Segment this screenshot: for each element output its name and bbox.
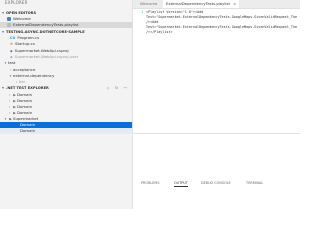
folder-label: acceptance — [13, 67, 36, 72]
test-node-label: Domain — [17, 110, 33, 115]
tab-welcome[interactable]: Welcome — [137, 0, 161, 8]
tab-playlist[interactable]: ExternalDependencyTests.playlist × — [163, 0, 240, 8]
folder-label: external-dependency — [13, 73, 55, 78]
workspace-label: TESTING.ASYNC.DOTNETCORE-SAMPLE — [6, 30, 85, 34]
project-icon: ◆ — [10, 49, 13, 53]
test-explorer-actions[interactable]: ▷ ↻ ⋯ — [107, 85, 129, 91]
file-label: Supermarket.WebApi.csproj.user — [14, 54, 79, 59]
test-node-label: Domain — [17, 98, 33, 103]
test-node-domain[interactable]: Domain — [0, 128, 132, 134]
welcome-icon — [7, 17, 11, 21]
test-explorer-section-header[interactable]: ▾ .NET TEST EXPLORER ▷ ↻ ⋯ — [0, 85, 132, 91]
open-editor-playlist[interactable]: ExternalDependencyTests.playlist — [0, 22, 132, 28]
panel-tab-debug-console[interactable]: DEBUG CONSOLE — [201, 180, 231, 186]
tab-label: ExternalDependencyTests.playlist — [166, 1, 230, 6]
tab-label: Welcome — [140, 1, 158, 6]
code-editor[interactable]: 1 <Playlist Version="1.0"><Add Test="Supe… — [133, 9, 300, 133]
panel-tab-terminal[interactable]: TERMINAL — [246, 180, 263, 186]
test-node-label: Domain — [20, 128, 36, 133]
gear-icon: ⚙ — [10, 42, 14, 46]
open-editor-label: Welcome — [13, 16, 31, 21]
panel-tab-label: OUTPUT — [174, 181, 188, 185]
panel-tab-label: DEBUG CONSOLE — [201, 181, 231, 185]
file-label: Supermarket.WebApi.csproj — [14, 48, 69, 53]
code-text: Test="Supermarket.ExternalDependencyTest… — [146, 15, 298, 19]
bottom-panel — [133, 133, 300, 210]
test-node-label: Domain — [17, 92, 33, 97]
file-label: Startup.cs — [15, 41, 35, 46]
panel-tab-label: PROBLEMS — [141, 181, 160, 185]
file-startup-cs[interactable]: ⚙ Startup.cs — [0, 41, 132, 47]
code-line: /></Playlist> — [133, 30, 300, 35]
folder-test[interactable]: ▾ test — [0, 60, 132, 66]
panel-tab-problems[interactable]: PROBLEMS — [141, 180, 160, 186]
open-editor-label: ExternalDependencyTests.playlist — [13, 22, 79, 27]
folder-label: test — [8, 60, 16, 65]
code-text: Test="Supermarket.ExternalDependencyTest… — [146, 25, 298, 29]
panel-tab-label: TERMINAL — [246, 181, 264, 185]
close-icon[interactable]: × — [233, 1, 236, 6]
code-text: /></Playlist> — [146, 30, 173, 34]
code-text: <Playlist Version="1.0"><Add — [146, 10, 204, 14]
file-icon — [7, 23, 11, 27]
test-node-label: Domain — [17, 104, 33, 109]
test-explorer-label: .NET TEST EXPLORER — [6, 86, 49, 90]
test-node-label: Domain — [20, 122, 36, 127]
file-label: Program.cs — [17, 35, 40, 40]
project-icon: ◆ — [10, 55, 13, 59]
panel-tab-output[interactable]: OUTPUT — [174, 180, 188, 187]
code-text: /><Add — [146, 20, 159, 24]
editor-tab-bar: Welcome ExternalDependencyTests.playlist… — [133, 0, 300, 9]
open-editors-label: OPEN EDITORS — [6, 11, 37, 15]
csharp-icon: C# — [10, 36, 16, 40]
test-node-label: Supermarket — [13, 116, 39, 121]
explorer-sidebar: EXPLORER ▾ OPEN EDITORS Welcome ExternalD… — [0, 0, 133, 209]
explorer-title: EXPLORER — [5, 0, 28, 5]
folder-label: bin — [19, 79, 26, 84]
